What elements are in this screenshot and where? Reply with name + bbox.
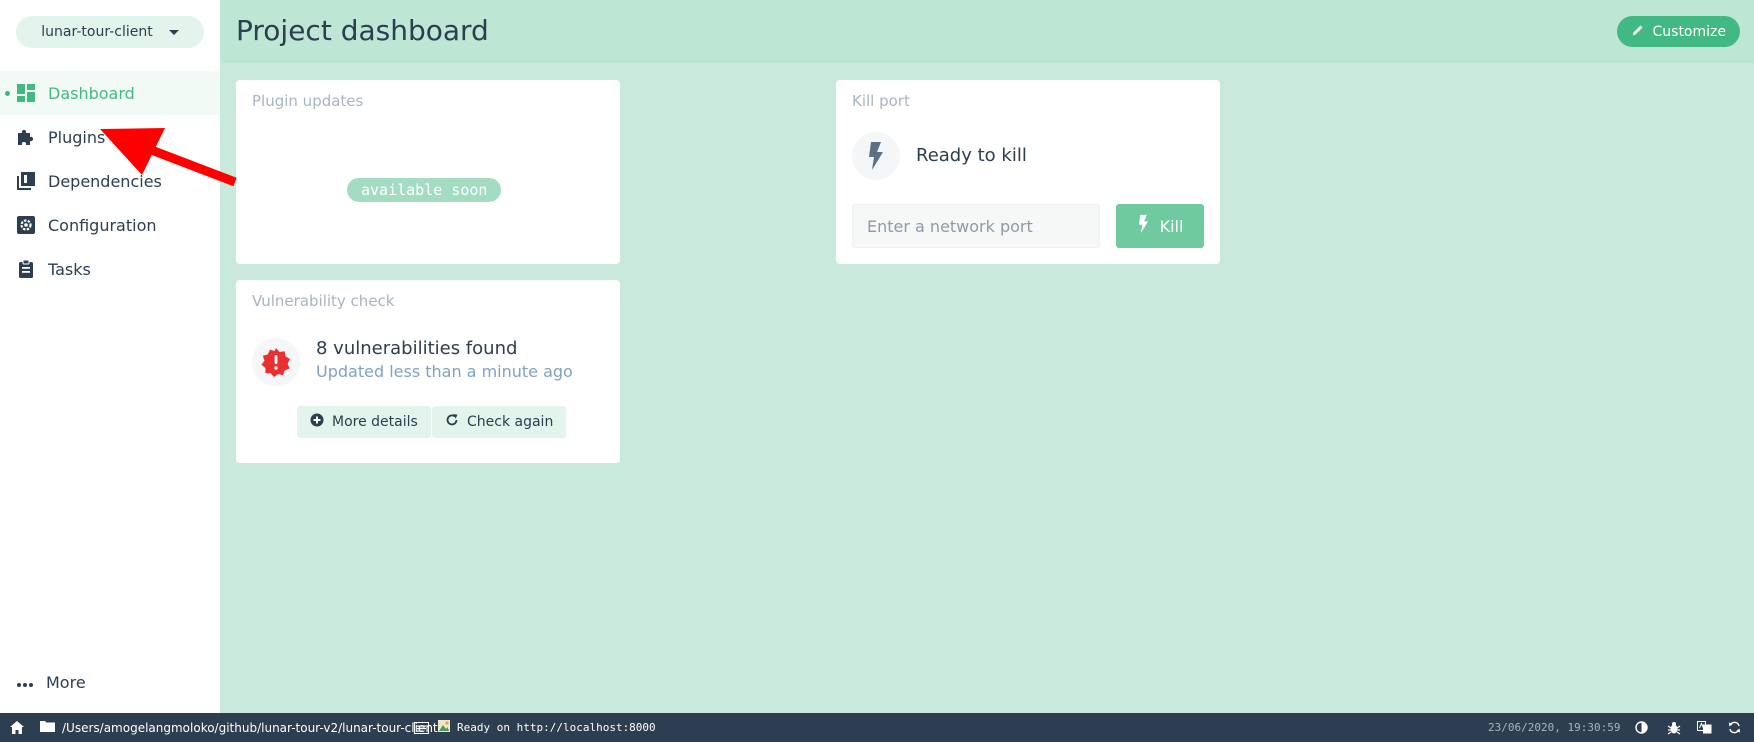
status-log[interactable]: Ready on http://localhost:8000 xyxy=(438,713,656,742)
puzzle-icon xyxy=(16,127,36,147)
sidebar-item-label: Dashboard xyxy=(48,83,135,103)
check-again-label: Check again xyxy=(467,414,554,430)
caret-down-icon xyxy=(168,29,179,35)
kill-port-card: Kill port Ready to kill Kill xyxy=(836,80,1220,264)
kill-button[interactable]: Kill xyxy=(1116,204,1204,248)
page-title: Project dashboard xyxy=(236,14,489,47)
status-bar: /Users/amogelangmoloko/github/lunar-tour… xyxy=(0,713,1754,742)
card-title: Kill port xyxy=(852,92,910,110)
translate-icon[interactable] xyxy=(1697,713,1712,742)
library-icon xyxy=(16,171,36,191)
project-path: /Users/amogelangmoloko/github/lunar-tour… xyxy=(62,720,438,735)
status-datetime: 23/06/2020, 19:30:59 xyxy=(1488,721,1621,734)
sidebar-item-configuration[interactable]: Configuration xyxy=(0,203,220,247)
more-button[interactable]: More xyxy=(16,670,86,694)
settings-icon xyxy=(16,215,36,235)
dark-mode-icon[interactable] xyxy=(1635,713,1648,742)
kill-port-status: Ready to kill xyxy=(916,145,1027,166)
home-icon[interactable] xyxy=(10,713,24,742)
clipboard-icon xyxy=(16,259,36,279)
more-details-button[interactable]: More details xyxy=(297,406,431,438)
available-soon-badge: available soon xyxy=(347,178,502,202)
more-dots-icon xyxy=(16,673,34,692)
project-name: lunar-tour-client xyxy=(41,24,153,40)
annotation-arrow xyxy=(100,128,237,187)
more-label: More xyxy=(46,672,86,692)
check-again-button[interactable]: Check again xyxy=(432,406,567,438)
refresh-icon xyxy=(445,413,459,431)
sidebar-item-label: Tasks xyxy=(48,259,91,279)
sidebar-item-tasks[interactable]: Tasks xyxy=(0,247,220,291)
alert-badge-icon xyxy=(252,338,300,386)
vulnerability-updated: Updated less than a minute ago xyxy=(316,362,573,381)
status-message: Ready on http://localhost:8000 xyxy=(457,721,656,734)
project-selector[interactable]: lunar-tour-client xyxy=(16,16,204,48)
vulnerability-check-card: Vulnerability check 8 vulnerabilities fo… xyxy=(236,280,620,463)
refresh-icon[interactable] xyxy=(1728,713,1741,742)
card-title: Plugin updates xyxy=(252,92,364,110)
customize-label: Customize xyxy=(1652,23,1727,40)
dashboard-icon xyxy=(16,83,36,103)
kill-label: Kill xyxy=(1159,216,1184,236)
image-icon xyxy=(438,720,450,735)
sidebar: lunar-tour-client Dashboard Plugins Depe… xyxy=(0,0,220,713)
page-header: Project dashboard Customize xyxy=(220,0,1754,63)
sidebar-item-dashboard[interactable]: Dashboard xyxy=(0,71,220,115)
lightning-icon xyxy=(852,132,900,180)
folder-icon xyxy=(40,720,55,735)
pencil-icon xyxy=(1631,23,1645,41)
customize-button[interactable]: Customize xyxy=(1616,16,1740,47)
vulnerability-status: 8 vulnerabilities found xyxy=(316,338,518,359)
plus-circle-icon xyxy=(310,413,324,431)
card-title: Vulnerability check xyxy=(252,292,395,310)
bug-icon[interactable] xyxy=(1667,713,1681,742)
more-details-label: More details xyxy=(332,414,418,430)
console-icon[interactable] xyxy=(414,713,429,742)
sidebar-item-label: Configuration xyxy=(48,215,157,235)
plugin-updates-card: Plugin updates available soon xyxy=(236,80,620,264)
network-port-input[interactable] xyxy=(852,204,1100,248)
lightning-icon xyxy=(1137,214,1150,238)
status-path[interactable]: /Users/amogelangmoloko/github/lunar-tour… xyxy=(40,713,438,742)
